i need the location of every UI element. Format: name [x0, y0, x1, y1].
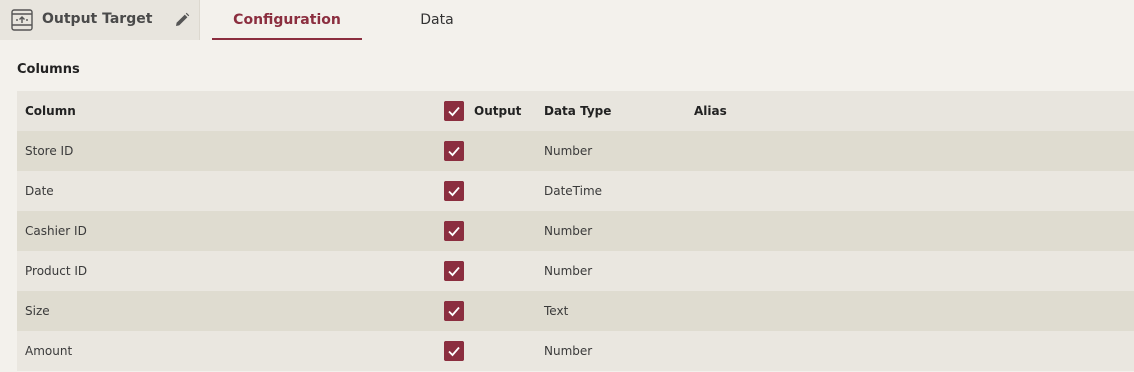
table-row: Size Text — [17, 291, 1134, 331]
tab-configuration[interactable]: Configuration — [212, 0, 362, 40]
section-title: Columns — [17, 62, 80, 77]
header-column: Column — [25, 104, 76, 118]
select-all-checkbox[interactable] — [444, 101, 464, 121]
pencil-icon[interactable] — [174, 12, 190, 28]
tab-data[interactable]: Data — [362, 0, 512, 40]
output-checkbox[interactable] — [444, 141, 464, 161]
checkmark-icon — [444, 261, 464, 281]
title-block: Output Target — [0, 0, 200, 40]
table-row: Amount Number — [17, 331, 1134, 371]
header-data-type: Data Type — [544, 104, 612, 118]
columns-table: Column Output Data Type Alias Store ID N… — [17, 91, 1134, 371]
data-type: Number — [544, 344, 593, 358]
data-type: DateTime — [544, 184, 603, 198]
table-row: Store ID Number — [17, 131, 1134, 171]
header-output: Output — [474, 104, 522, 118]
checkmark-icon — [444, 101, 464, 121]
output-checkbox[interactable] — [444, 221, 464, 241]
column-name: Cashier ID — [25, 224, 87, 238]
column-name: Amount — [25, 344, 73, 358]
column-name: Product ID — [25, 264, 88, 278]
table-header-row: Column Output Data Type Alias — [17, 91, 1134, 131]
checkmark-icon — [444, 341, 464, 361]
top-bar: Output Target Configuration Data — [0, 0, 1134, 40]
output-checkbox[interactable] — [444, 261, 464, 281]
table-row: Date DateTime — [17, 171, 1134, 211]
output-checkbox[interactable] — [444, 181, 464, 201]
output-target-icon — [11, 9, 33, 31]
column-name: Store ID — [25, 144, 74, 158]
page-title: Output Target — [42, 11, 153, 27]
header-alias: Alias — [694, 104, 727, 118]
column-name: Date — [25, 184, 54, 198]
output-checkbox[interactable] — [444, 301, 464, 321]
table-row: Cashier ID Number — [17, 211, 1134, 251]
data-type: Number — [544, 144, 593, 158]
data-type: Number — [544, 224, 593, 238]
checkmark-icon — [444, 141, 464, 161]
table-row: Product ID Number — [17, 251, 1134, 291]
column-name: Size — [25, 304, 50, 318]
output-checkbox[interactable] — [444, 341, 464, 361]
checkmark-icon — [444, 221, 464, 241]
data-type: Number — [544, 264, 593, 278]
checkmark-icon — [444, 301, 464, 321]
data-type: Text — [544, 304, 569, 318]
checkmark-icon — [444, 181, 464, 201]
